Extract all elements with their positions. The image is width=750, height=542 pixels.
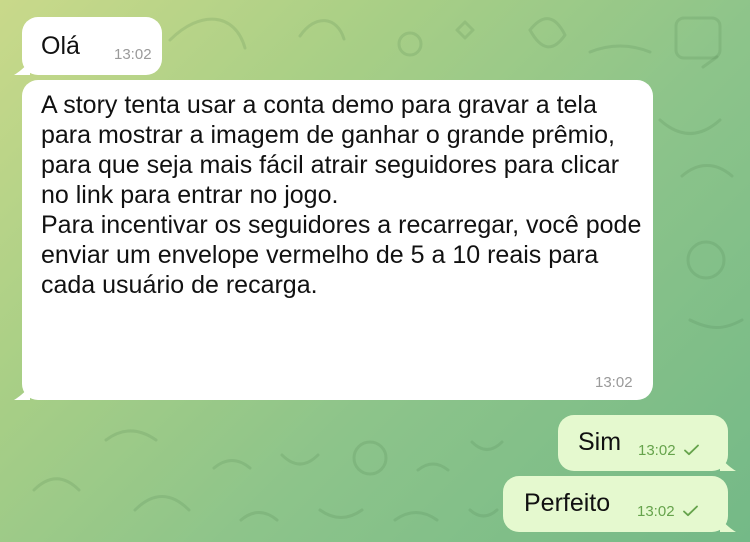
message-meta: 13:02 <box>638 443 699 458</box>
bubble-tail-icon <box>14 386 30 400</box>
bubble-tail-icon <box>720 457 736 471</box>
outgoing-message-bubble[interactable]: Perfeito 13:02 <box>503 476 736 532</box>
single-check-icon <box>682 505 698 517</box>
incoming-message-bubble[interactable]: A story tenta usar a conta demo para gra… <box>14 80 653 400</box>
bubble-tail-icon <box>14 61 30 75</box>
incoming-message-bubble[interactable]: Olá 13:02 <box>14 17 162 75</box>
bubble-tail-icon <box>720 518 736 532</box>
message-time: 13:02 <box>637 503 675 520</box>
message-time: 13:02 <box>638 442 676 459</box>
message-text: A story tenta usar a conta demo para gra… <box>41 91 642 299</box>
message-time: 13:02 <box>114 46 152 63</box>
message-meta: 13:02 <box>637 504 698 519</box>
message-time: 13:02 <box>595 374 633 391</box>
outgoing-message-bubble[interactable]: Sim 13:02 <box>558 415 736 471</box>
single-check-icon <box>683 444 699 456</box>
